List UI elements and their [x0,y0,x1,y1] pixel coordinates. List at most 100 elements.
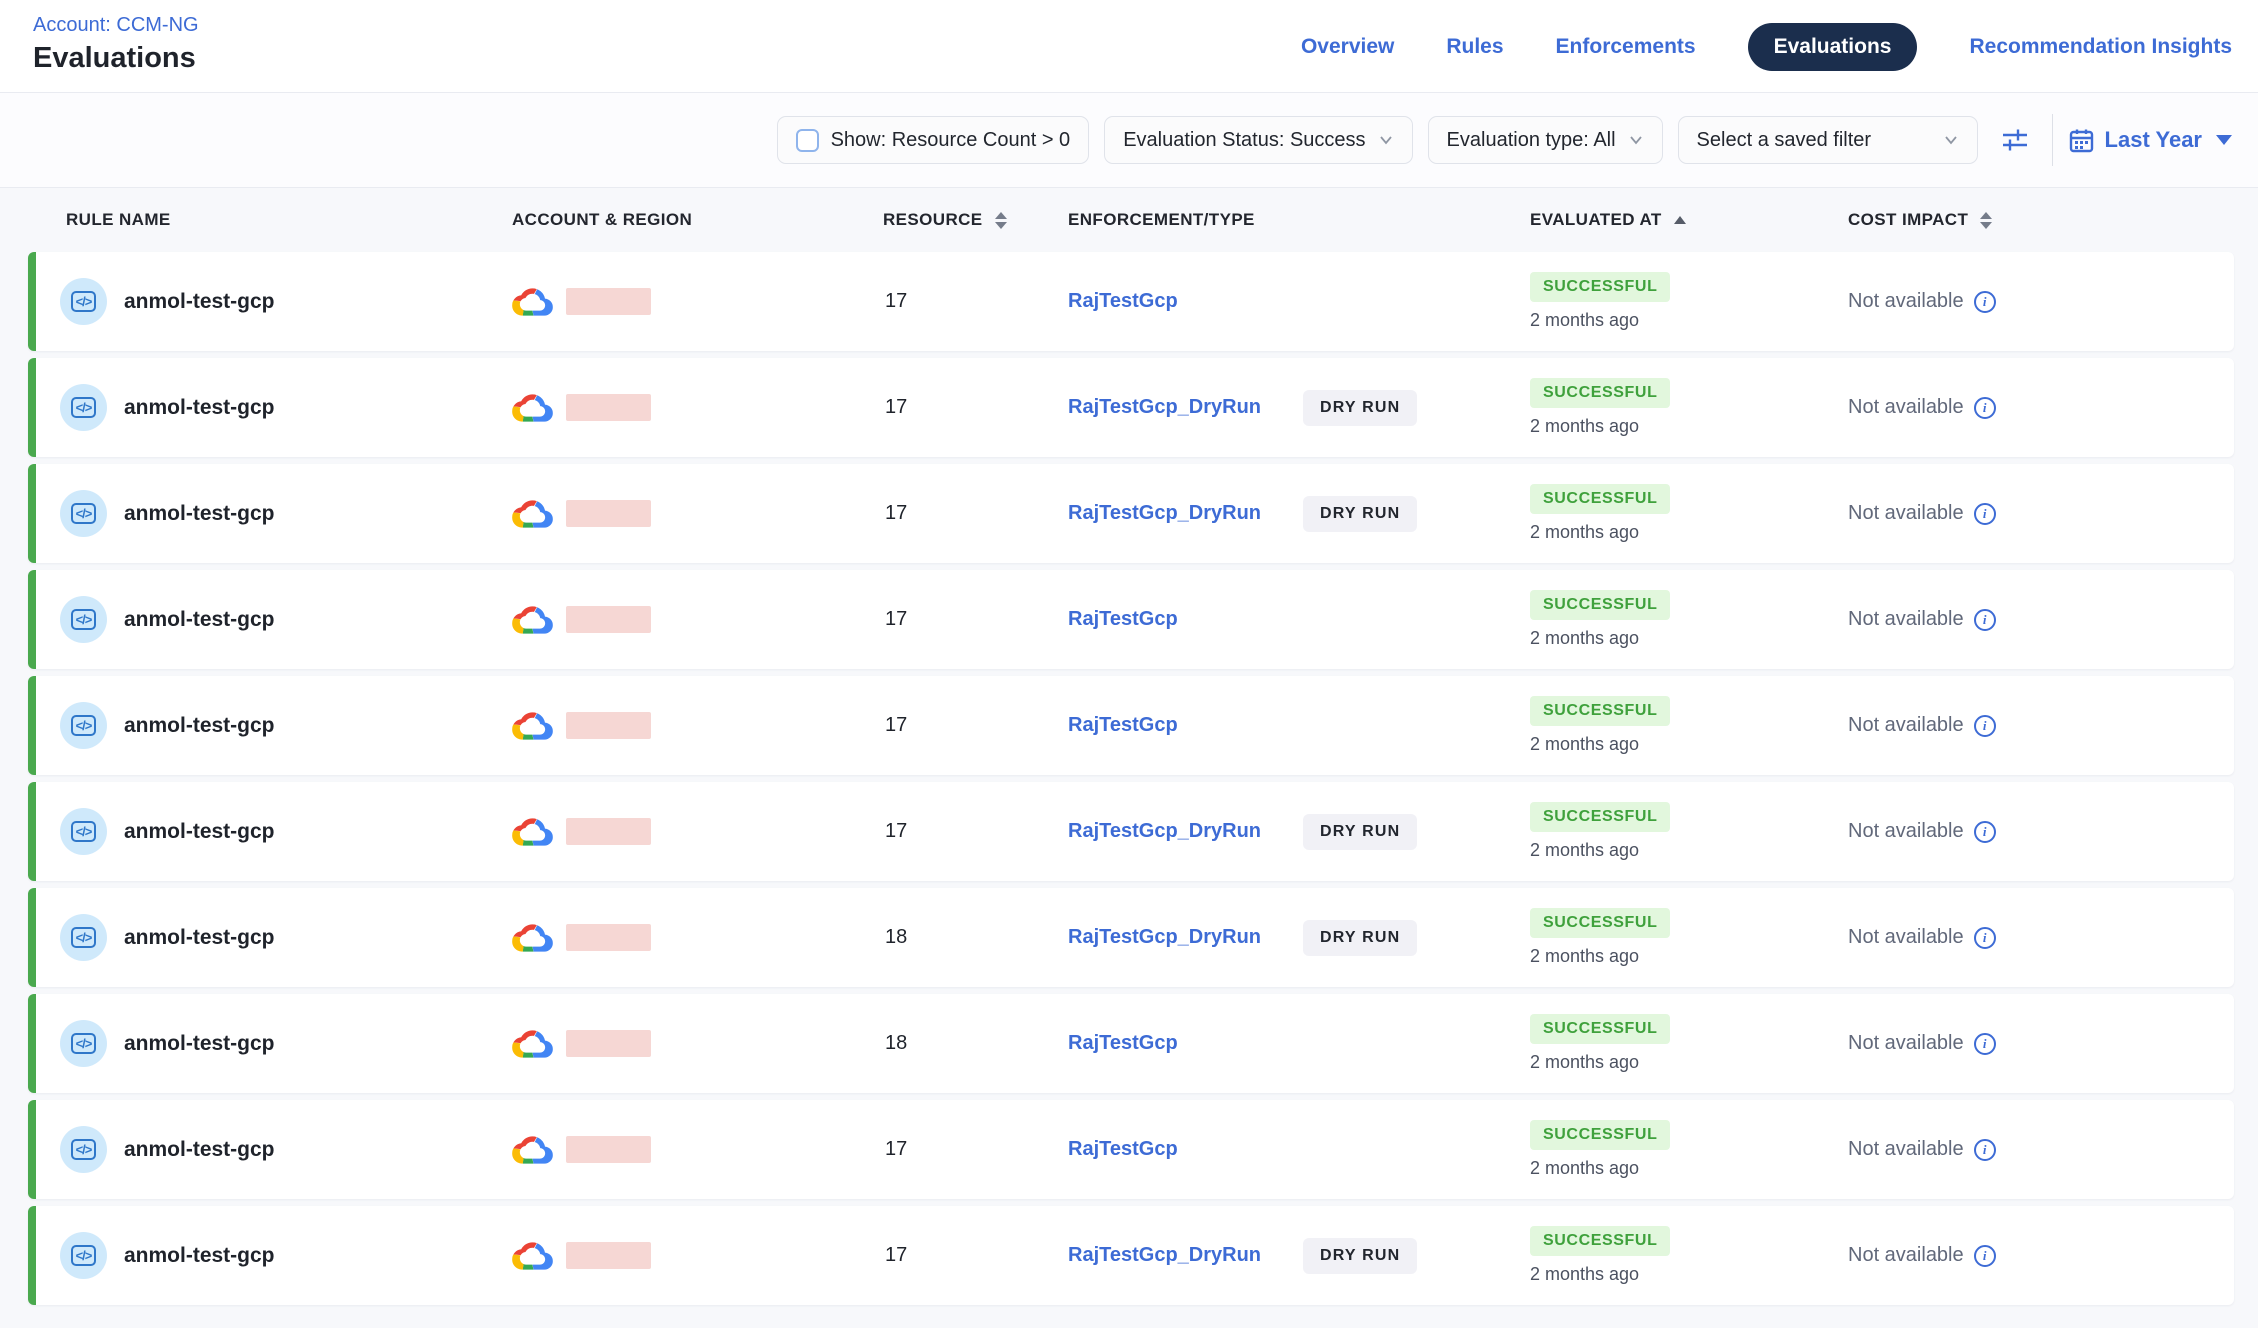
rule-avatar: </> [60,914,107,961]
info-icon[interactable]: i [1974,1139,1996,1161]
rule-name-cell: </> anmol-test-gcp [66,808,512,855]
rule-name: anmol-test-gcp [124,820,275,844]
tab-evaluations[interactable]: Evaluations [1748,23,1918,71]
info-icon[interactable]: i [1974,397,1996,419]
enforcement-link[interactable]: RajTestGcp_DryRun [1068,820,1261,843]
account-region-cell [512,1239,883,1273]
account-region-cell [512,497,883,531]
rule-code-icon: </> [71,503,97,524]
evaluation-type-dropdown[interactable]: Evaluation type: All [1428,116,1663,164]
enforcement-cell: RajTestGcp [1068,1138,1530,1161]
info-icon[interactable]: i [1974,1245,1996,1267]
rule-avatar: </> [60,1232,107,1279]
rule-name-cell: </> anmol-test-gcp [66,914,512,961]
evaluated-at-cell: SUCCESSFUL 2 months ago [1530,378,1848,437]
account-region-cell [512,1027,883,1061]
enforcement-cell: RajTestGcp [1068,608,1530,631]
enforcement-link[interactable]: RajTestGcp [1068,1032,1178,1055]
enforcement-link[interactable]: RajTestGcp_DryRun [1068,502,1261,525]
chevron-down-icon [1943,132,1959,148]
enforcement-link[interactable]: RajTestGcp [1068,608,1178,631]
saved-filter-dropdown[interactable]: Select a saved filter [1678,116,1978,164]
table-row[interactable]: </> anmol-test-gcp 18 Raj [28,994,2234,1093]
gcp-icon [512,285,553,319]
enforcement-link[interactable]: RajTestGcp_DryRun [1068,1244,1261,1267]
redacted-account-name [566,1030,651,1057]
column-enforcement-type[interactable]: ENFORCEMENT/TYPE [1068,210,1530,230]
resource-count-cell: 17 [883,502,1068,525]
redacted-account-name [566,1242,651,1269]
gcp-icon [512,391,553,425]
enforcement-link[interactable]: RajTestGcp [1068,714,1178,737]
evaluated-at-cell: SUCCESSFUL 2 months ago [1530,802,1848,861]
sort-asc-icon[interactable] [1674,216,1686,224]
gcp-icon [512,1027,553,1061]
table-row[interactable]: </> anmol-test-gcp 17 Raj [28,570,2234,669]
status-badge: SUCCESSFUL [1530,1120,1670,1150]
resource-count-cell: 17 [883,608,1068,631]
rule-name: anmol-test-gcp [124,1244,275,1268]
resource-count-cell: 17 [883,290,1068,313]
info-icon[interactable]: i [1974,715,1996,737]
resource-count-filter[interactable]: Show: Resource Count > 0 [777,116,1090,164]
enforcement-cell: RajTestGcp [1068,1032,1530,1055]
dry-run-badge: DRY RUN [1303,390,1417,426]
rule-name-cell: </> anmol-test-gcp [66,596,512,643]
info-icon[interactable]: i [1974,609,1996,631]
rule-name: anmol-test-gcp [124,608,275,632]
evaluated-time: 2 months ago [1530,1158,1639,1179]
table-row[interactable]: </> anmol-test-gcp 17 Raj [28,676,2234,775]
cost-impact-value: Not available [1848,502,1964,525]
rule-name: anmol-test-gcp [124,926,275,950]
column-cost-impact[interactable]: COST IMPACT [1848,210,2234,230]
info-icon[interactable]: i [1974,821,1996,843]
table-row[interactable]: </> anmol-test-gcp 18 Raj [28,888,2234,987]
enforcement-link[interactable]: RajTestGcp_DryRun [1068,926,1261,949]
cost-impact-cell: Not available i [1848,290,2234,313]
table-row[interactable]: </> anmol-test-gcp 17 Raj [28,464,2234,563]
table-row[interactable]: </> anmol-test-gcp 17 Raj [28,252,2234,351]
enforcement-cell: RajTestGcp_DryRun DRY RUN [1068,390,1530,426]
rule-name-cell: </> anmol-test-gcp [66,490,512,537]
tab-rules[interactable]: Rules [1446,35,1503,59]
table-row[interactable]: </> anmol-test-gcp 17 Raj [28,1206,2234,1305]
breadcrumb[interactable]: Account: CCM-NG [33,14,199,37]
table-row[interactable]: </> anmol-test-gcp 17 Raj [28,358,2234,457]
sort-icon[interactable] [1980,212,1992,229]
enforcement-cell: RajTestGcp_DryRun DRY RUN [1068,814,1530,850]
enforcement-link[interactable]: RajTestGcp_DryRun [1068,396,1261,419]
rule-code-icon: </> [71,821,97,842]
account-region-cell [512,1133,883,1167]
calendar-icon [2068,127,2095,154]
dry-run-badge: DRY RUN [1303,814,1417,850]
column-account-region[interactable]: ACCOUNT & REGION [512,210,883,230]
table-row[interactable]: </> anmol-test-gcp 17 Raj [28,1100,2234,1199]
tab-overview[interactable]: Overview [1301,35,1394,59]
date-range-picker[interactable]: Last Year [2068,127,2232,154]
enforcement-link[interactable]: RajTestGcp [1068,290,1178,313]
info-icon[interactable]: i [1974,1033,1996,1055]
account-region-cell [512,285,883,319]
rule-code-icon: </> [71,1033,97,1054]
resource-count-checkbox[interactable] [796,129,819,152]
tab-recommendation-insights[interactable]: Recommendation Insights [1969,35,2232,59]
rule-name-cell: </> anmol-test-gcp [66,1232,512,1279]
info-icon[interactable]: i [1974,503,1996,525]
status-badge: SUCCESSFUL [1530,378,1670,408]
sort-icon[interactable] [995,212,1007,229]
date-range-value: Last Year [2105,127,2202,153]
info-icon[interactable]: i [1974,927,1996,949]
enforcement-link[interactable]: RajTestGcp [1068,1138,1178,1161]
evaluation-status-dropdown[interactable]: Evaluation Status: Success [1104,116,1412,164]
info-icon[interactable]: i [1974,291,1996,313]
column-rule-name[interactable]: RULE NAME [66,210,512,230]
evaluated-at-cell: SUCCESSFUL 2 months ago [1530,1120,1848,1179]
column-resource[interactable]: RESOURCE [883,210,1068,230]
filter-settings-button[interactable] [1993,118,2037,162]
cost-impact-cell: Not available i [1848,926,2234,949]
evaluated-time: 2 months ago [1530,734,1639,755]
evaluation-type-value: Evaluation type: All [1447,129,1616,152]
table-row[interactable]: </> anmol-test-gcp 17 Raj [28,782,2234,881]
column-evaluated-at[interactable]: EVALUATED AT [1530,210,1848,230]
tab-enforcements[interactable]: Enforcements [1556,35,1696,59]
